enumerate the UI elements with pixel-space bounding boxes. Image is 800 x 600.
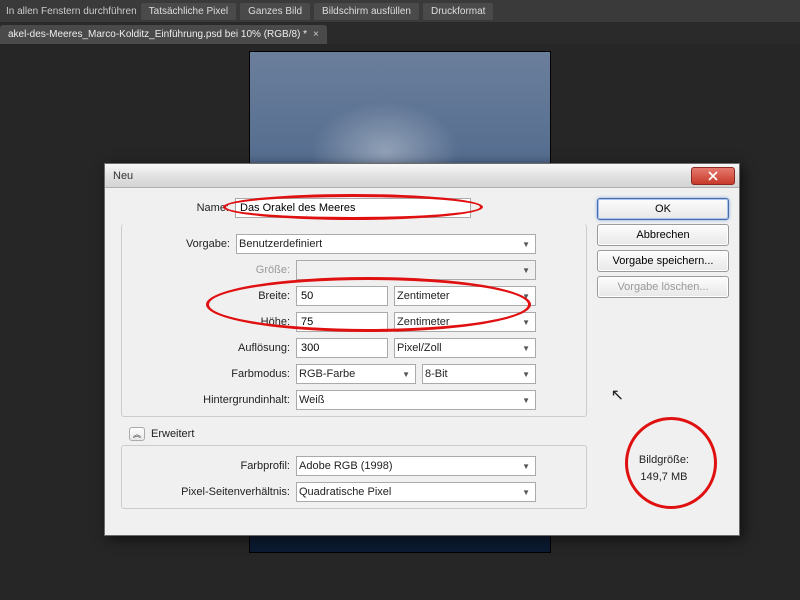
resolution-label: Auflösung:: [122, 342, 296, 354]
preset-label: Vorgabe:: [122, 238, 236, 250]
colormode-select[interactable]: RGB-Farbe▼: [296, 364, 416, 384]
chevron-up-icon: ︽: [129, 427, 145, 441]
document-tab[interactable]: akel-des-Meeres_Marco-Kolditz_Einführung…: [0, 25, 327, 44]
dialog-titlebar[interactable]: Neu: [105, 164, 739, 188]
chevron-down-icon: ▼: [519, 240, 533, 249]
colorprofile-label: Farbprofil:: [122, 460, 296, 472]
fill-screen-button[interactable]: Bildschirm ausfüllen: [314, 3, 419, 20]
height-label: Höhe:: [122, 316, 296, 328]
image-size-label: Bildgröße:: [639, 452, 689, 470]
image-size-value: 149,7 MB: [639, 469, 689, 487]
chevron-down-icon: ▼: [519, 396, 533, 405]
chevron-down-icon: ▼: [519, 318, 533, 327]
name-input[interactable]: [235, 198, 471, 218]
height-unit-select[interactable]: Zentimeter▼: [394, 312, 536, 332]
chevron-down-icon: ▼: [399, 370, 413, 379]
fit-image-button[interactable]: Ganzes Bild: [240, 3, 310, 20]
document-tab-strip: akel-des-Meeres_Marco-Kolditz_Einführung…: [0, 22, 800, 44]
resolution-unit-select[interactable]: Pixel/Zoll▼: [394, 338, 536, 358]
width-input[interactable]: [296, 286, 388, 306]
bgcontent-label: Hintergrundinhalt:: [122, 394, 296, 406]
dialog-close-button[interactable]: [691, 167, 735, 185]
chevron-down-icon: ▼: [519, 266, 533, 275]
colormode-label: Farbmodus:: [122, 368, 296, 380]
ok-button[interactable]: OK: [597, 198, 729, 220]
size-select: ▼: [296, 260, 536, 280]
image-size-info: Bildgröße: 149,7 MB: [639, 452, 689, 487]
delete-preset-button: Vorgabe löschen...: [597, 276, 729, 298]
cancel-button[interactable]: Abbrechen: [597, 224, 729, 246]
print-format-button[interactable]: Druckformat: [423, 3, 493, 20]
chevron-down-icon: ▼: [519, 370, 533, 379]
chevron-down-icon: ▼: [519, 462, 533, 471]
advanced-label: Erweitert: [151, 428, 194, 440]
resolution-input[interactable]: [296, 338, 388, 358]
advanced-toggle[interactable]: ︽ Erweitert: [129, 427, 587, 441]
new-document-dialog: Neu Name: Vorgabe: Benutzerdefiniert▼: [104, 163, 740, 536]
document-tab-label: akel-des-Meeres_Marco-Kolditz_Einführung…: [8, 29, 307, 40]
chevron-down-icon: ▼: [519, 488, 533, 497]
all-windows-label: In allen Fenstern durchführen: [4, 6, 137, 17]
width-unit-select[interactable]: Zentimeter▼: [394, 286, 536, 306]
document-tab-close-icon[interactable]: ×: [313, 29, 319, 40]
dialog-title: Neu: [113, 170, 691, 182]
app-options-bar: In allen Fenstern durchführen Tatsächlic…: [0, 0, 800, 22]
name-label: Name:: [115, 202, 235, 214]
pixelaspect-label: Pixel-Seitenverhältnis:: [122, 486, 296, 498]
chevron-down-icon: ▼: [519, 292, 533, 301]
width-label: Breite:: [122, 290, 296, 302]
pixelaspect-select[interactable]: Quadratische Pixel▼: [296, 482, 536, 502]
chevron-down-icon: ▼: [519, 344, 533, 353]
preset-select[interactable]: Benutzerdefiniert▼: [236, 234, 536, 254]
bgcontent-select[interactable]: Weiß▼: [296, 390, 536, 410]
colorprofile-select[interactable]: Adobe RGB (1998)▼: [296, 456, 536, 476]
actual-pixels-button[interactable]: Tatsächliche Pixel: [141, 3, 236, 20]
close-icon: [708, 171, 718, 181]
bitdepth-select[interactable]: 8-Bit▼: [422, 364, 536, 384]
save-preset-button[interactable]: Vorgabe speichern...: [597, 250, 729, 272]
size-label: Größe:: [122, 264, 296, 276]
height-input[interactable]: [296, 312, 388, 332]
